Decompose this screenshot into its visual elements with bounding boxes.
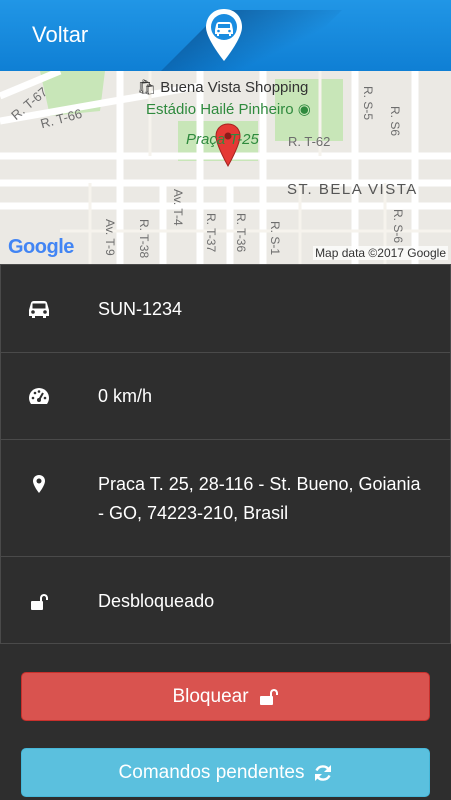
map-label-avt4: Av. T-4 [171, 189, 185, 226]
vehicle-lock-status: Desbloqueado [98, 591, 215, 611]
map-label-rt36: R. T-36 [234, 213, 248, 253]
map-label-praca: Praça T-25 [186, 131, 259, 148]
map-label-rt38: R. T-38 [137, 219, 151, 259]
map-label-avt9: Av. T-9 [103, 219, 117, 256]
car-location-pin-icon [206, 9, 242, 61]
lock-vehicle-label: Bloquear [172, 685, 249, 707]
map-label-stadium-text: Estádio Hailé Pinheiro [146, 101, 294, 118]
map-label-rs6b: R. S-6 [391, 209, 405, 244]
refresh-icon [315, 764, 332, 781]
pending-commands-label: Comandos pendentes [118, 761, 305, 783]
map-pin-icon [27, 472, 51, 496]
app-header: Voltar [0, 0, 451, 71]
vehicle-address: Praca T. 25, 28-116 - St. Bueno, Goiania… [98, 474, 421, 523]
map-label-shopping-text: Buena Vista Shopping [160, 79, 309, 96]
speedometer-icon [27, 384, 51, 408]
map-label-rs5: R. S-5 [361, 86, 375, 121]
map-label-bela-vista: ST. BELA VISTA [287, 181, 418, 198]
map-attribution: Map data ©2017 Google [313, 246, 448, 260]
map-label-rt62: R. T-62 [288, 134, 331, 149]
vehicle-plate: SUN-1234 [98, 299, 183, 319]
map-label-rt37: R. T-37 [204, 213, 218, 253]
status-row: Desbloqueado [0, 556, 451, 644]
unlock-icon [27, 590, 51, 614]
unlock-icon [259, 688, 278, 705]
map-label-shopping: 🛍 Buena Vista Shopping [137, 79, 309, 96]
map-label-rs6a: R. S6 [388, 106, 402, 137]
location-map[interactable]: 🛍 Buena Vista Shopping Estádio Hailé Pin… [0, 71, 451, 264]
lock-vehicle-button[interactable]: Bloquear [21, 672, 430, 721]
back-button[interactable]: Voltar [32, 22, 88, 48]
plate-row: SUN-1234 [0, 264, 451, 352]
vehicle-speed: 0 km/h [98, 386, 153, 406]
google-logo-text: Google [8, 236, 74, 258]
map-label-rs1: R. S-1 [268, 221, 282, 256]
car-icon [27, 297, 51, 321]
map-label-stadium: Estádio Hailé Pinheiro ◉ [146, 101, 311, 118]
speed-row: 0 km/h [0, 352, 451, 439]
vehicle-info-list: SUN-1234 0 km/h Praca T. 25, 28-116 - St… [0, 264, 451, 644]
address-row: Praca T. 25, 28-116 - St. Bueno, Goiania… [0, 439, 451, 556]
google-logo: Google [8, 236, 74, 259]
pending-commands-button[interactable]: Comandos pendentes [21, 748, 430, 797]
